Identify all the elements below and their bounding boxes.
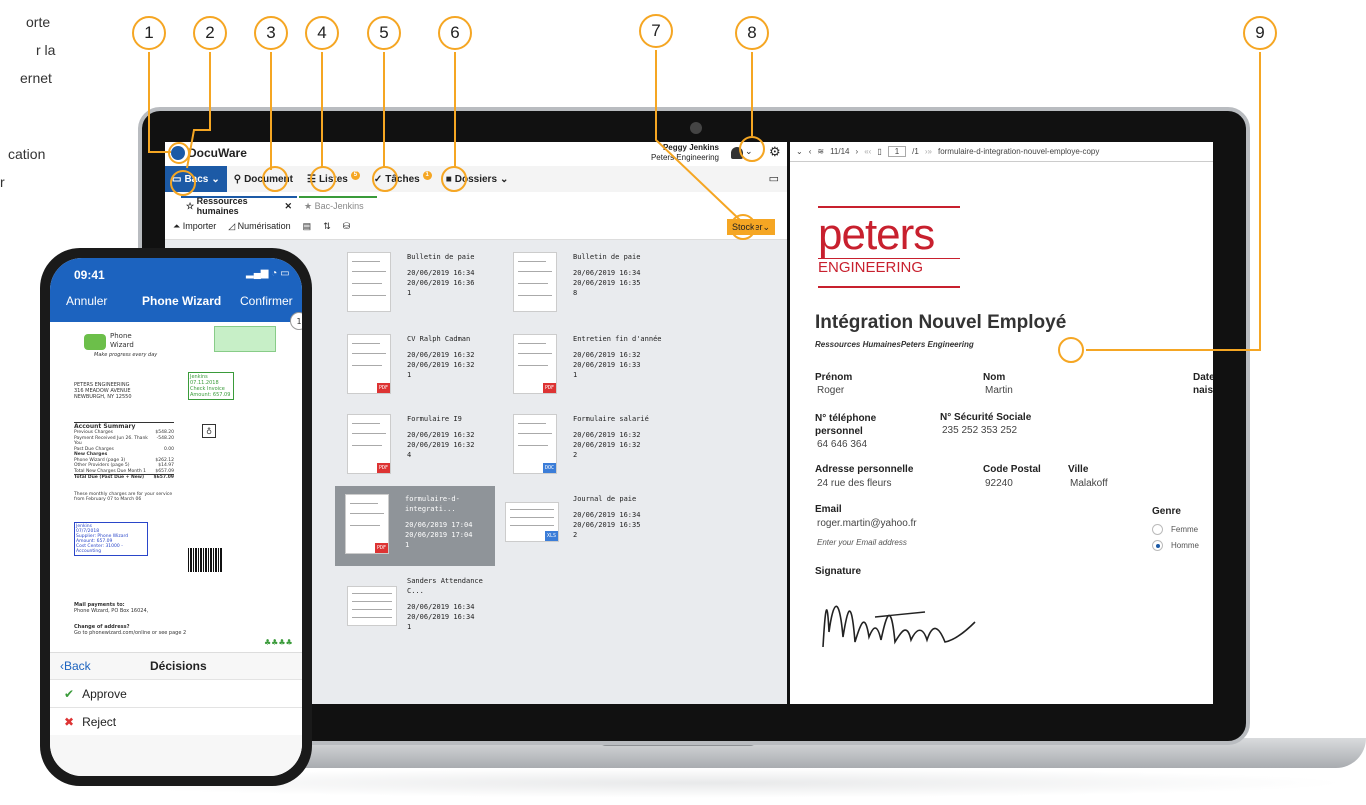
green-note	[214, 326, 276, 352]
change-line: Go to phonewizard.com/online or see page…	[74, 630, 187, 636]
callout-8: 8	[735, 16, 769, 50]
back-button[interactable]: ‹Back	[60, 659, 91, 673]
camera-note-icon: ♁	[202, 424, 216, 438]
phone-time: 09:41	[74, 268, 105, 282]
signal-wifi-battery-icon: ▂▄▆ ◔ ▭	[246, 268, 290, 279]
stamp-line: Cost Center: 31000 - Accounting	[76, 544, 123, 554]
confirmer-button[interactable]: Confirmer	[240, 294, 293, 308]
approve-option[interactable]: ✔ Approve	[50, 679, 302, 707]
page-badge: 1	[290, 312, 302, 330]
callout-ring	[372, 166, 398, 192]
tagline: Make progress every day	[94, 352, 158, 358]
green-figures-icon: ♣♣♣♣	[264, 638, 293, 647]
phone-header: 09:41 ▂▄▆ ◔ ▭ Annuler Phone Wizard Confi…	[50, 258, 302, 322]
mail-line: Phone Wizard, PO Box 16024,	[74, 608, 149, 614]
annuler-button[interactable]: Annuler	[66, 294, 107, 308]
approve-label: Approve	[82, 686, 127, 701]
decisions-title: Décisions	[150, 659, 207, 673]
callout-2: 2	[193, 16, 227, 50]
callout-ring	[739, 136, 765, 162]
callout-ring	[310, 166, 336, 192]
brand-line: Phone	[110, 332, 132, 340]
reject-label: Reject	[82, 714, 117, 729]
approve-user-icon: ✔	[64, 686, 75, 701]
decisions-sheet: ‹Back Décisions ✔ Approve ✖ Reject	[50, 652, 302, 776]
invoice-note: These monthly charges are for your servi…	[74, 492, 173, 502]
reject-option[interactable]: ✖ Reject	[50, 707, 302, 735]
callout-1: 1	[132, 16, 166, 50]
green-stamp: Jenkins 07.11.2018 Check Invoice Amount:…	[188, 372, 234, 400]
barcode	[188, 548, 222, 572]
callout-ring	[1058, 337, 1084, 363]
callout-ring	[168, 142, 190, 164]
callout-4: 4	[305, 16, 339, 50]
stamp-line: Amount: 657.09	[190, 392, 231, 398]
callout-6: 6	[438, 16, 472, 50]
phone-wizard-logo	[84, 334, 106, 350]
callout-ring	[170, 170, 196, 196]
invoice-preview: 1 Phone Wizard Make progress every day P…	[64, 312, 302, 652]
callout-ring	[730, 214, 756, 240]
address-line: NEWBURGH, NY 12550	[74, 394, 132, 400]
callout-ring	[441, 166, 467, 192]
phone-title: Phone Wizard	[142, 294, 222, 308]
callout-7: 7	[639, 14, 673, 48]
account-summary: Account Summary	[74, 422, 174, 430]
callout-5: 5	[367, 16, 401, 50]
summary-rows: Previous Charges $548.20 Payment Received…	[74, 430, 174, 480]
reject-user-icon: ✖	[64, 714, 75, 729]
phone-screen: 09:41 ▂▄▆ ◔ ▭ Annuler Phone Wizard Confi…	[50, 258, 302, 776]
back-label: Back	[64, 659, 91, 673]
callout-3: 3	[254, 16, 288, 50]
brand-line: Wizard	[110, 341, 134, 349]
callout-ring	[262, 166, 288, 192]
callout-9: 9	[1243, 16, 1277, 50]
blue-stamp: Jenkins 07/7/2018 Supplier: Phone Wizard…	[74, 522, 148, 556]
